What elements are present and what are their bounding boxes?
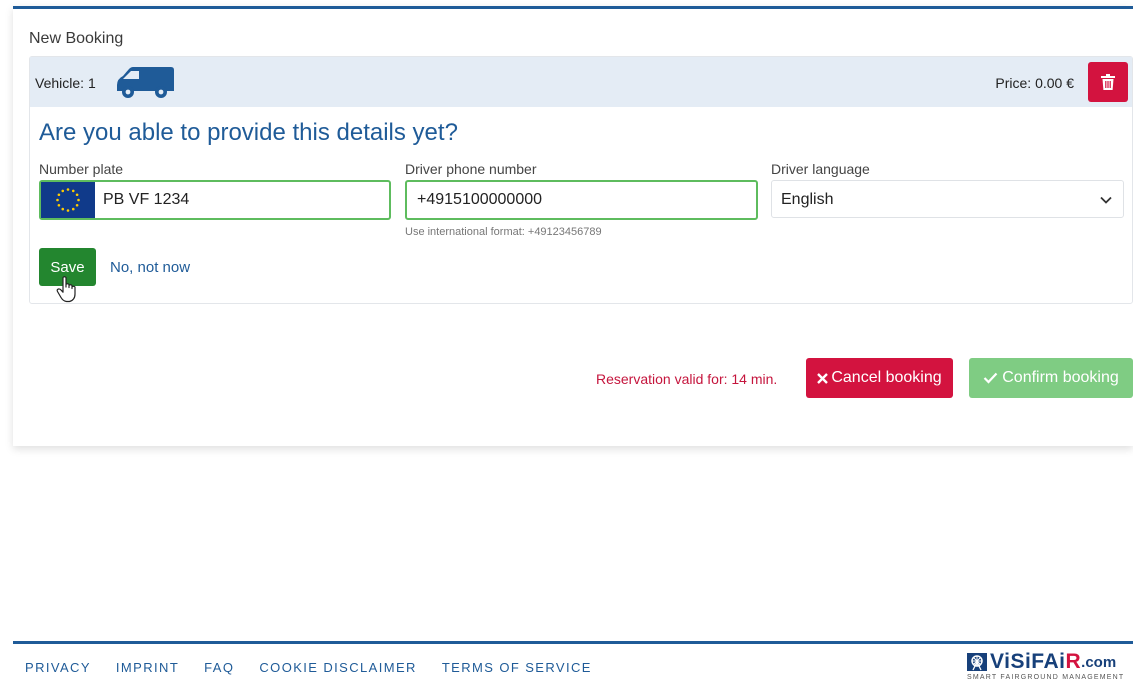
x-icon (817, 372, 829, 384)
footer-link-faq[interactable]: FAQ (204, 660, 234, 675)
chevron-down-icon (1100, 196, 1112, 204)
vehicle-header: Vehicle: 1 Price: 0.00 € (30, 57, 1132, 107)
no-not-now-link[interactable]: No, not now (110, 259, 190, 276)
cancel-booking-label: Cancel booking (831, 369, 942, 386)
number-plate-field (39, 180, 451, 220)
vehicle-label-text: Vehicle: (35, 75, 85, 91)
van-icon (117, 67, 174, 98)
reservation-timer: Reservation valid for: 14 min. (596, 371, 778, 387)
driver-language-value: English (781, 191, 834, 208)
driver-phone-field (405, 180, 766, 220)
footer-link-imprint[interactable]: IMPRINT (116, 660, 179, 675)
footer-link-privacy[interactable]: PRIVACY (25, 660, 91, 675)
confirm-booking-button[interactable]: Confirm booking (969, 358, 1133, 398)
details-question: Are you able to provide this details yet… (39, 119, 458, 146)
confirm-booking-label: Confirm booking (1002, 369, 1119, 386)
check-icon (983, 372, 998, 384)
phone-format-hint: Use international format: +49123456789 (405, 226, 602, 238)
logo-domain: .com (1081, 653, 1117, 671)
card-title: New Booking (29, 30, 124, 47)
driver-language-label: Driver language (771, 161, 870, 177)
footer-link-terms-of-service[interactable]: TERMS OF SERVICE (442, 660, 592, 675)
delete-vehicle-button[interactable] (1088, 62, 1128, 102)
eu-flag-icon (41, 182, 95, 218)
footer-divider (13, 641, 1133, 644)
logo-tagline: SMART FAIRGROUND MANAGEMENT (967, 674, 1125, 681)
hand-cursor-icon (56, 276, 76, 303)
vehicle-count: 1 (88, 75, 96, 91)
price-label: Price: 0.00 € (995, 75, 1074, 91)
logo-name-main: ViSiFAi (990, 651, 1066, 673)
driver-language-select[interactable]: English (771, 180, 1124, 218)
booking-card: New Booking Vehicle: 1 Price: 0.00 € Are… (13, 6, 1133, 446)
number-plate-label: Number plate (39, 161, 124, 177)
vehicle-label: Vehicle: 1 (35, 75, 96, 91)
logo-name-accent: R (1065, 651, 1082, 673)
trash-icon (1101, 74, 1115, 90)
number-plate-input[interactable] (103, 182, 451, 218)
visifair-logo-icon (967, 653, 987, 671)
driver-phone-input[interactable] (417, 182, 766, 218)
footer-link-cookie-disclaimer[interactable]: COOKIE DISCLAIMER (259, 660, 416, 675)
logo-name: ViSiFAiR (990, 651, 1081, 674)
cancel-booking-button[interactable]: Cancel booking (806, 358, 953, 398)
footer-nav: PRIVACY IMPRINT FAQ COOKIE DISCLAIMER TE… (25, 660, 592, 675)
driver-phone-label: Driver phone number (405, 161, 537, 177)
visifair-logo[interactable]: ViSiFAiR .com SMART FAIRGROUND MANAGEMENT (967, 651, 1133, 687)
vehicle-booking-panel: Vehicle: 1 Price: 0.00 € Are you able to… (29, 56, 1133, 304)
